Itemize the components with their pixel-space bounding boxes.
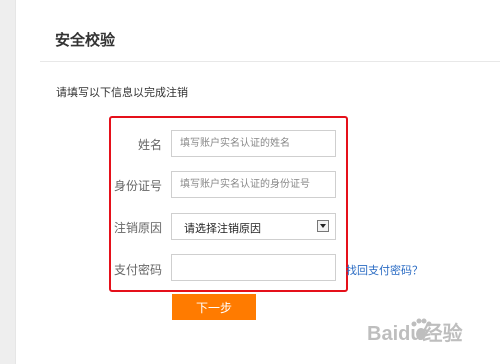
id-number-input[interactable] — [171, 171, 336, 198]
password-input[interactable] — [171, 254, 336, 281]
title-divider — [40, 61, 500, 62]
name-input[interactable] — [171, 130, 336, 157]
id-number-label: 身份证号 — [113, 179, 162, 193]
watermark-text: Baidu经验 — [367, 321, 463, 345]
panel-border — [15, 0, 16, 364]
watermark: Baidu经验 — [367, 318, 463, 345]
page-title: 安全校验 — [55, 32, 116, 49]
name-label: 姓名 — [137, 138, 162, 152]
password-label: 支付密码 — [113, 263, 162, 277]
instruction-text: 请填写以下信息以完成注销 — [56, 87, 188, 99]
left-margin — [0, 0, 15, 364]
retrieve-password-link[interactable]: 找回支付密码？ — [346, 262, 423, 278]
reason-label: 注销原因 — [113, 221, 162, 235]
next-button[interactable]: 下一步 — [172, 294, 256, 320]
chevron-down-icon[interactable] — [317, 220, 329, 232]
reason-select[interactable]: 请选择注销原因 — [171, 213, 336, 240]
reason-select-value: 请选择注销原因 — [184, 223, 261, 235]
